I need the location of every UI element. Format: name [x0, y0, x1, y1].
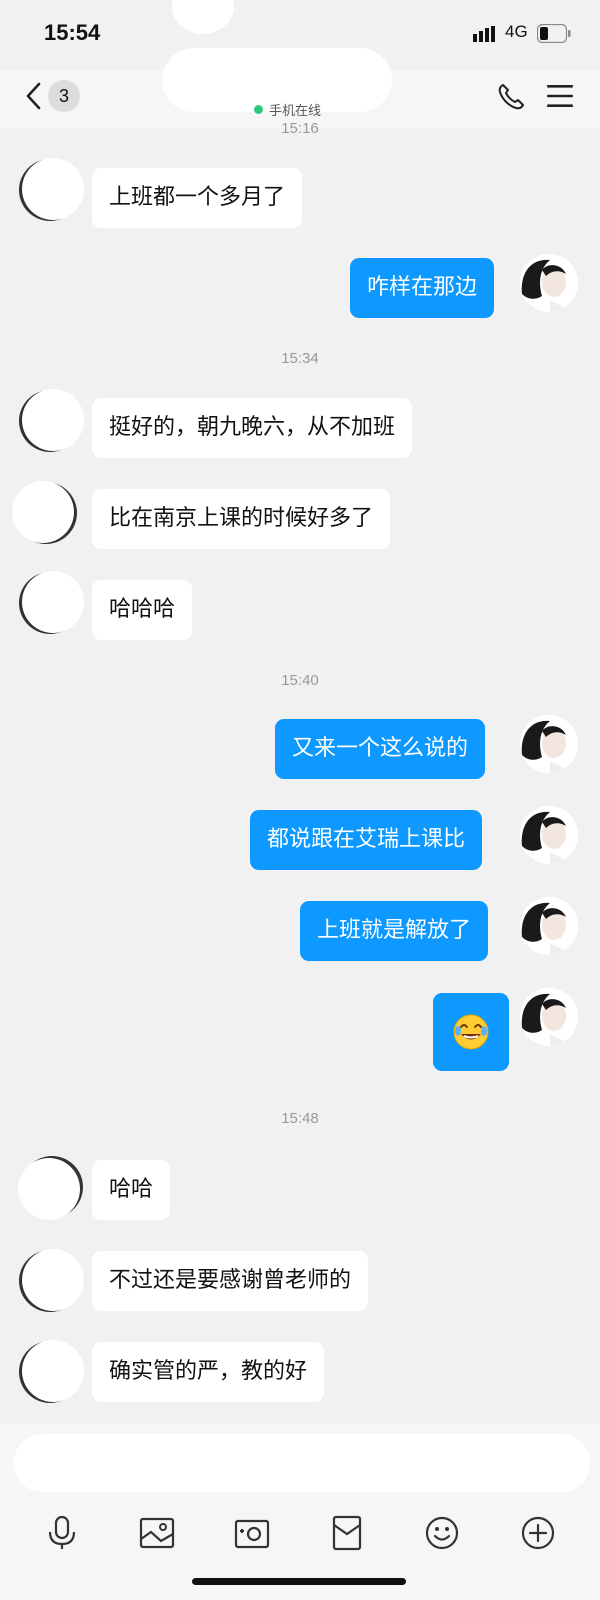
my-avatar[interactable]: [520, 806, 578, 864]
message-bubble[interactable]: 都说跟在艾瑞上课比: [250, 810, 483, 870]
battery-icon: [537, 24, 571, 43]
message-bubble[interactable]: 哈哈: [92, 1160, 171, 1220]
online-dot-icon: [254, 105, 263, 114]
message-bubble[interactable]: 哈哈哈: [92, 580, 193, 640]
message-input[interactable]: [14, 1434, 590, 1492]
my-avatar[interactable]: [520, 254, 578, 312]
redaction-blob: [172, 0, 234, 34]
friend-avatar[interactable]: [12, 481, 74, 543]
friend-avatar[interactable]: [22, 1340, 84, 1402]
home-indicator[interactable]: [192, 1578, 406, 1585]
back-button[interactable]: 3: [24, 80, 80, 112]
chevron-left-icon: [26, 82, 41, 110]
my-avatar[interactable]: [520, 897, 578, 955]
friend-avatar[interactable]: [22, 389, 84, 451]
message-bubble[interactable]: 确实管的严，教的好: [92, 1342, 325, 1402]
red-packet-icon[interactable]: [329, 1515, 365, 1551]
message-bubble[interactable]: 挺好的，朝九晚六，从不加班: [92, 398, 413, 458]
message-bubble[interactable]: 上班就是解放了: [300, 901, 489, 961]
online-status: 手机在线: [254, 100, 321, 119]
message-bubble[interactable]: 比在南京上课的时候好多了: [92, 489, 391, 549]
friend-avatar[interactable]: [22, 1249, 84, 1311]
timestamp: 15:34: [281, 350, 319, 367]
timestamp: 15:40: [281, 672, 319, 689]
my-avatar[interactable]: [520, 988, 578, 1046]
tears-of-joy-emoji-icon: [453, 1014, 489, 1050]
friend-avatar[interactable]: [22, 571, 84, 633]
image-icon[interactable]: [139, 1515, 175, 1551]
timestamp: 15:16: [281, 120, 319, 137]
message-bubble[interactable]: 不过还是要感谢曾老师的: [92, 1251, 369, 1311]
timestamp: 15:48: [281, 1110, 319, 1127]
message-bubble[interactable]: 上班都一个多月了: [92, 168, 303, 228]
network-type: 4G: [505, 22, 528, 41]
unread-count-badge: 3: [48, 80, 80, 112]
phone-icon[interactable]: [496, 82, 526, 112]
emoji-message-bubble[interactable]: [433, 993, 509, 1071]
plus-icon[interactable]: [520, 1515, 556, 1551]
signal-icon: [473, 26, 495, 42]
friend-avatar[interactable]: [22, 158, 84, 220]
emoji-icon[interactable]: [424, 1515, 460, 1551]
my-avatar[interactable]: [520, 715, 578, 773]
online-status-label: 手机在线: [269, 104, 322, 119]
camera-icon[interactable]: [234, 1515, 270, 1551]
menu-icon[interactable]: [546, 83, 574, 109]
input-panel: [0, 1425, 600, 1600]
status-time: 15:54: [44, 20, 101, 45]
friend-avatar[interactable]: [18, 1158, 80, 1220]
microphone-icon[interactable]: [44, 1515, 80, 1551]
message-bubble[interactable]: 又来一个这么说的: [275, 719, 486, 779]
message-bubble[interactable]: 咋样在那边: [350, 258, 495, 318]
